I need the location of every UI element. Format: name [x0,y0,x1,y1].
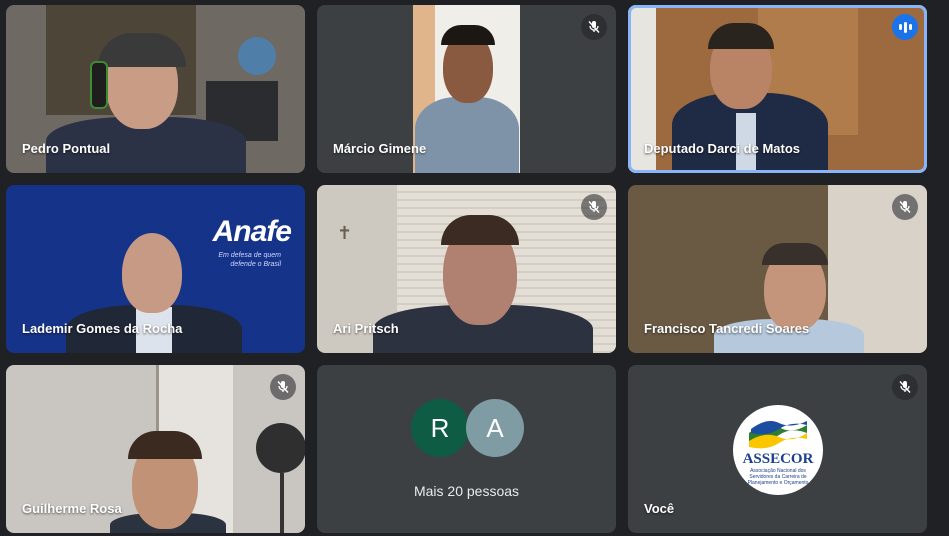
participant-tile-marcio-gimene[interactable]: Márcio Gimene [317,5,616,173]
mic-off-icon [892,194,918,220]
participant-name: Pedro Pontual [22,141,111,156]
participant-name: Márcio Gimene [333,141,427,156]
participant-name: Ari Pritsch [333,321,399,336]
more-participants-label: Mais 20 pessoas [413,483,520,499]
assecor-flag-icon [749,421,807,449]
participant-tile-ari-pritsch[interactable]: ✝ Ari Pritsch [317,185,616,353]
mic-off-icon [581,14,607,40]
fan [256,423,305,473]
headphones [90,61,108,109]
avatar: A [466,399,524,457]
participant-video [413,5,520,173]
participant-tile-darci-de-matos[interactable]: Deputado Darci de Matos [628,5,927,173]
mic-off-icon [581,194,607,220]
audio-level-icon [892,14,918,40]
anafe-logo: Anafe [212,215,292,248]
avatar: R [411,399,469,457]
assecor-subtitle: Associação Nacional dos Servidores da Ca… [747,468,809,486]
participant-tile-francisco-tancredi-soares[interactable]: Francisco Tancredi Soares [628,185,927,353]
assecor-logo: ASSECOR Associação Nacional dos Servidor… [733,405,823,495]
cross-icon: ✝ [337,223,353,243]
participant-tile-you[interactable]: ASSECOR Associação Nacional dos Servidor… [628,365,927,533]
more-participants-tile[interactable]: R A Mais 20 pessoas [317,365,616,533]
participant-name: Francisco Tancredi Soares [644,321,810,336]
participant-tile-guilherme-rosa[interactable]: Guilherme Rosa [6,365,305,533]
participant-tile-lademir-gomes-da-rocha[interactable]: Anafe Em defesa de quem defende o Brasil… [6,185,305,353]
participant-name: Você [644,501,675,516]
globe [238,37,276,75]
anafe-slogan: Em defesa de quem defende o Brasil [218,252,281,268]
mic-off-icon [270,374,296,400]
participant-tile-pedro-pontual[interactable]: Pedro Pontual [6,5,305,173]
participant-name: Lademir Gomes da Rocha [22,321,183,336]
participant-name: Deputado Darci de Matos [644,141,801,156]
assecor-name: ASSECOR [742,451,814,467]
fan-stand [280,473,284,533]
participant-name: Guilherme Rosa [22,501,122,516]
mic-off-icon [892,374,918,400]
